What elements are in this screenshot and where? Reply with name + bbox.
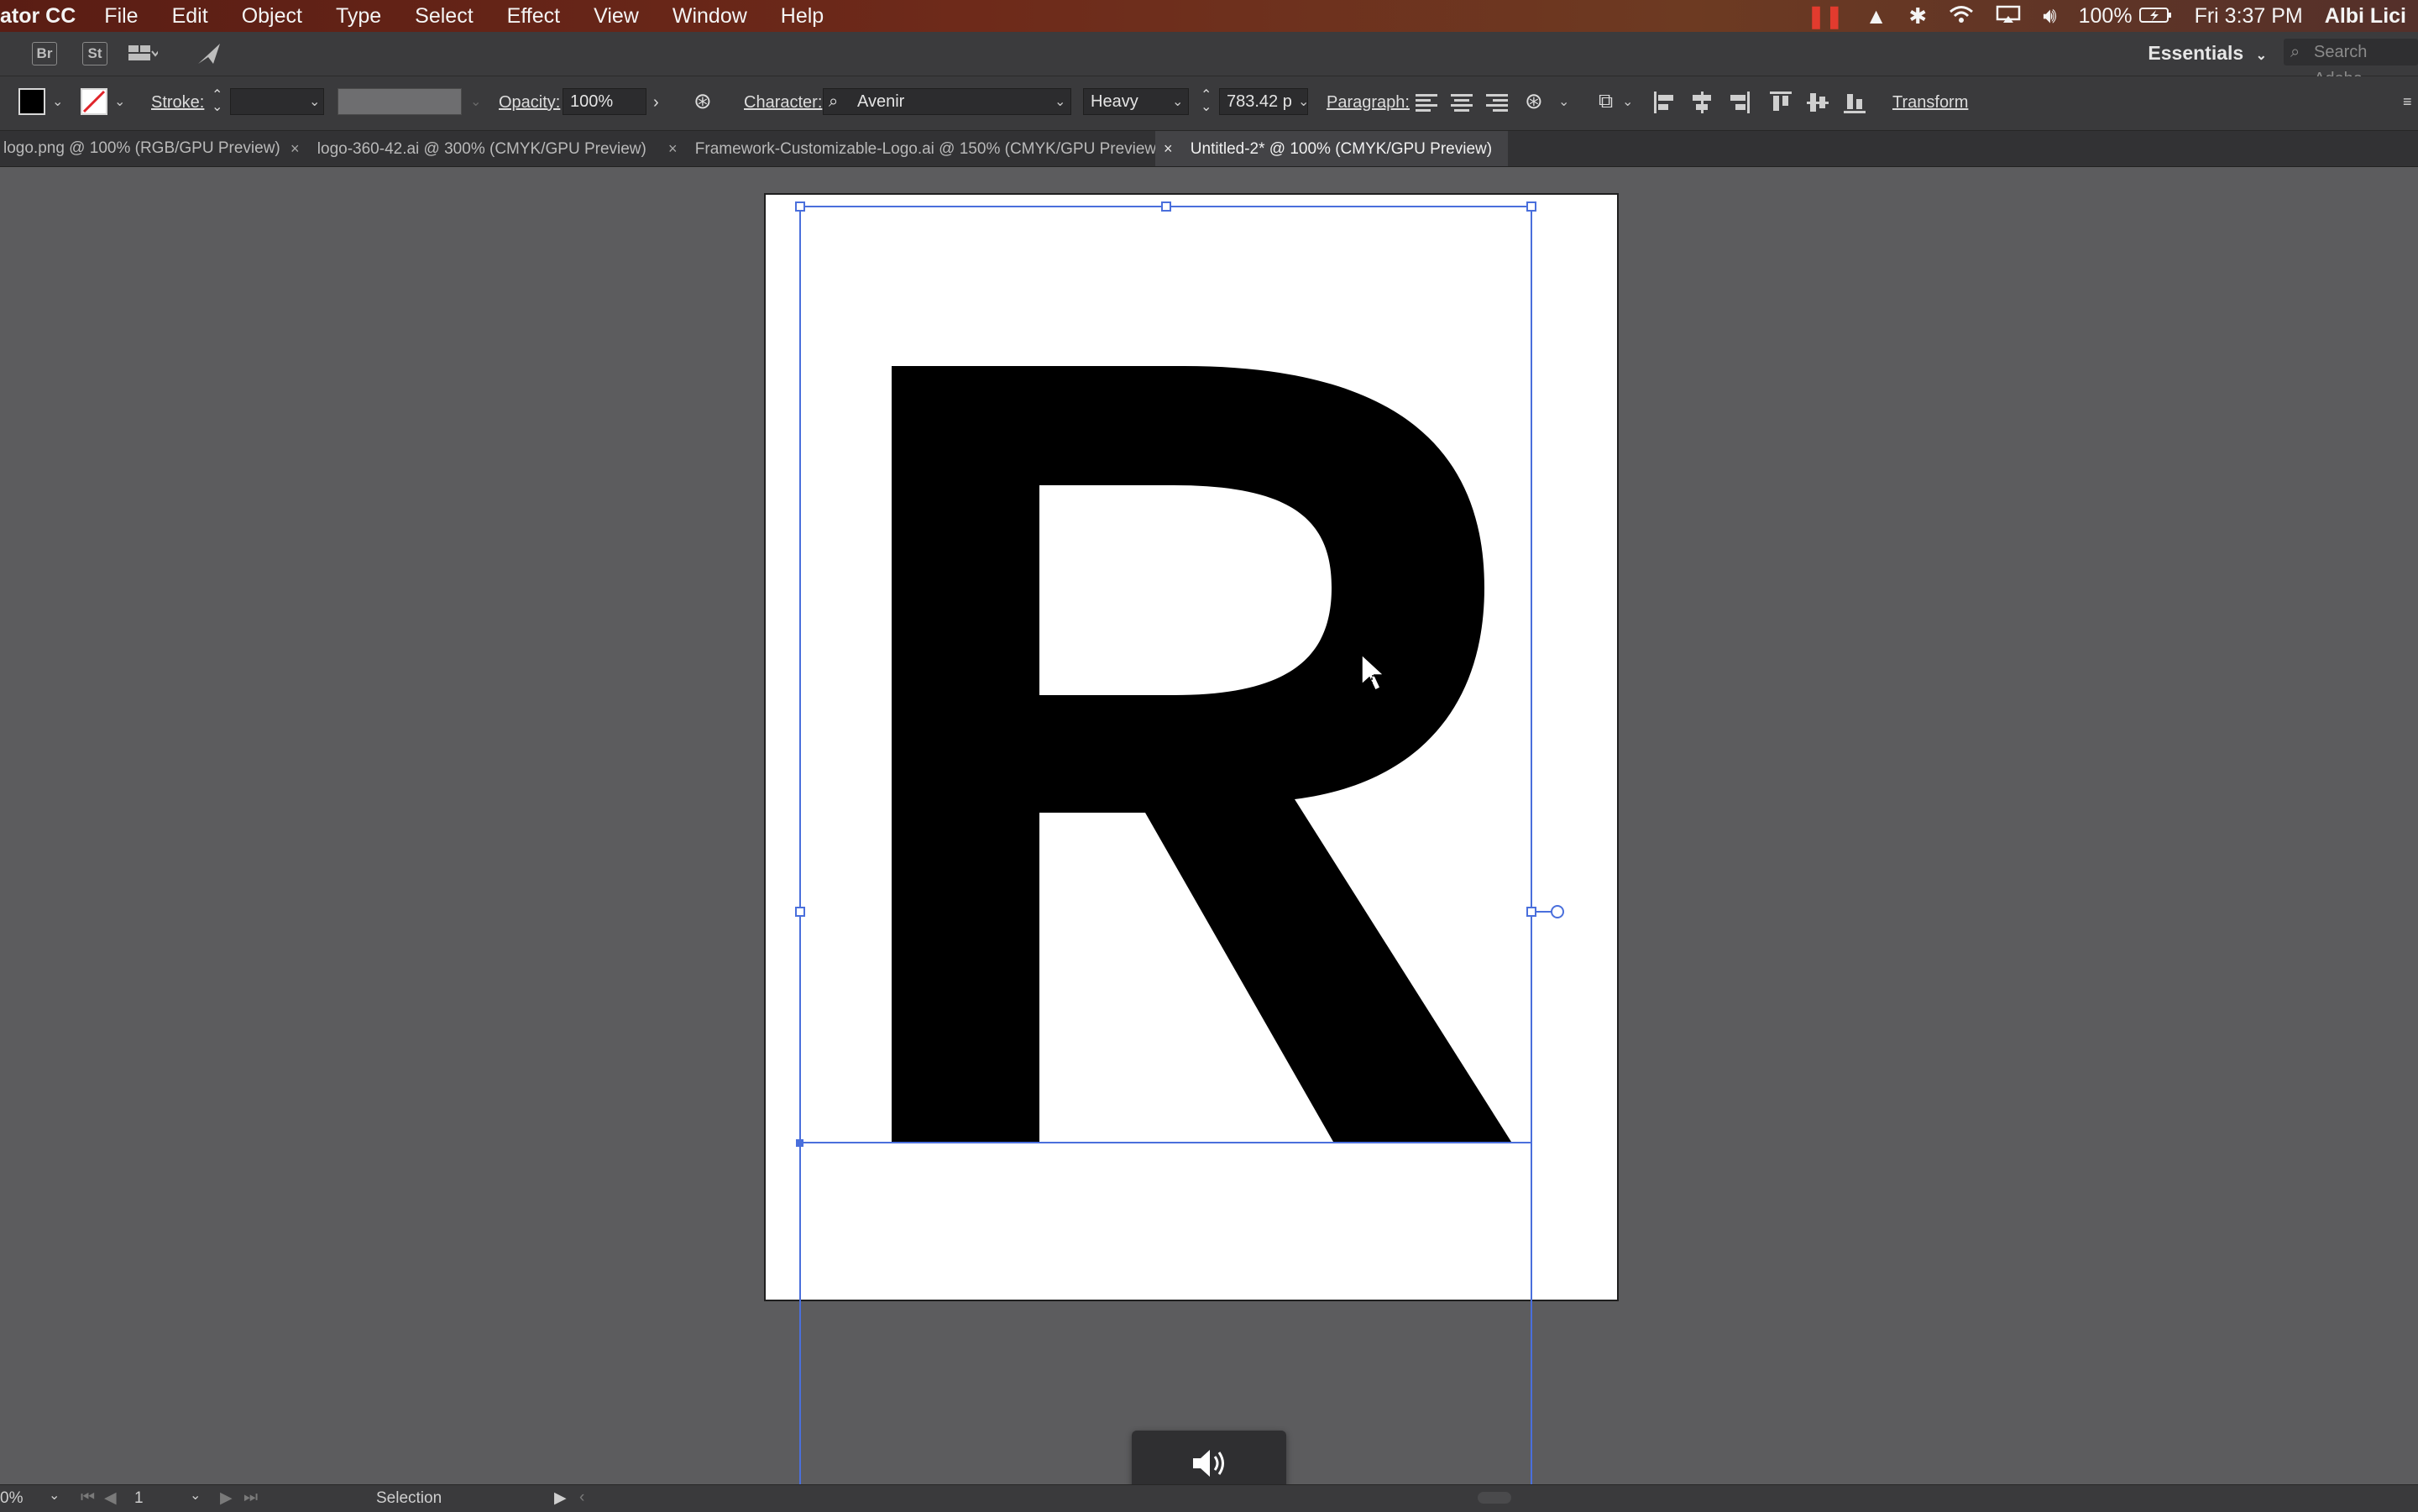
recolor-dropdown-icon[interactable]: ⌄ (1558, 93, 1569, 110)
stroke-weight-dropdown-icon[interactable]: ⌄ (309, 93, 320, 110)
first-artboard-icon[interactable]: ⏮ (81, 1488, 95, 1507)
align-to-dropdown-icon[interactable]: ⌄ (1622, 93, 1633, 110)
horizontal-align-right-icon[interactable] (1726, 90, 1751, 115)
font-family-value: Avenir (857, 92, 905, 111)
horizontal-scrollbar-thumb[interactable] (1478, 1492, 1511, 1504)
recording-icon[interactable]: ❚❚ (1807, 3, 1844, 29)
bridge-button[interactable]: Br (32, 42, 57, 65)
zoom-dropdown-icon[interactable]: ⌄ (49, 1487, 60, 1504)
vertical-align-center-icon[interactable] (1805, 90, 1830, 115)
menu-edit[interactable]: Edit (172, 4, 208, 29)
recolor-icon[interactable]: ⊛ (1525, 88, 1543, 114)
menu-select[interactable]: Select (415, 4, 473, 29)
status-bar: 0% ⌄ ⏮ ◀ 1 ⌄ ▶ ⏭ Selection ▶ ‹ (0, 1484, 2418, 1512)
menu-file[interactable]: File (104, 4, 138, 29)
battery-icon[interactable] (2138, 3, 2173, 29)
opacity-flyout-icon[interactable]: › (653, 93, 659, 112)
close-icon[interactable]: × (668, 140, 678, 157)
menubar-user[interactable]: Albi Lici (2325, 4, 2406, 29)
search-adobe-stock-input[interactable]: ⌕ Search Adobe (2284, 39, 2418, 88)
stock-button[interactable]: St (82, 42, 107, 65)
vertical-align-bottom-icon[interactable] (1842, 90, 1867, 115)
tab-framework-customizable-logo[interactable]: × Framework-Customizable-Logo.ai @ 150% … (668, 131, 1162, 166)
stroke-weight-stepper-icon[interactable]: ⌃ ⌄ (212, 89, 222, 114)
menubar-clock[interactable]: Fri 3:37 PM (2195, 4, 2303, 29)
opacity-label[interactable]: Opacity: (499, 93, 560, 112)
control-panel: ⌄ ⌄ Stroke: ⌃ ⌄ ⌄ ⌄ Opacity: 100% › ⊛ Cha… (0, 76, 2418, 131)
battery-percent: 100% (2078, 3, 2133, 28)
wifi-icon[interactable] (1949, 3, 1974, 29)
menu-type[interactable]: Type (336, 4, 381, 29)
opacity-field[interactable]: 100% (563, 88, 646, 115)
font-size-stepper-icon[interactable]: ⌃ ⌄ (1201, 89, 1212, 114)
no-stroke-icon (82, 90, 106, 113)
search-icon: ⌕ (2290, 43, 2300, 61)
tab-untitled-2[interactable]: × Untitled-2* @ 100% (CMYK/GPU Preview) (1155, 131, 1508, 166)
application-bar: Br St Essentials ⌄ ⌕ Search Adobe (0, 32, 2418, 88)
horizontal-align-center-icon[interactable] (1689, 90, 1714, 115)
fill-dropdown-icon[interactable]: ⌄ (52, 93, 63, 110)
drive-icon[interactable]: ▲ (1866, 3, 1887, 29)
font-family-dropdown-icon[interactable]: ⌄ (1055, 93, 1065, 110)
close-icon[interactable]: × (290, 140, 300, 157)
speaker-icon (1193, 1450, 1224, 1477)
zoom-level-field[interactable]: 0% (0, 1489, 23, 1508)
menu-bar: ator CC File Edit Object Type Select Eff… (0, 0, 2418, 32)
current-tool-status[interactable]: Selection (376, 1489, 442, 1508)
align-center-icon[interactable] (1451, 92, 1473, 113)
align-right-icon[interactable] (1486, 92, 1508, 113)
panel-menu-icon[interactable]: ≡ (2403, 93, 2412, 111)
align-to-selection-icon[interactable]: ⧉ (1599, 90, 1613, 113)
align-left-icon[interactable] (1416, 92, 1437, 113)
transform-button[interactable]: Transform (1892, 93, 1968, 112)
font-size-dropdown-icon[interactable]: ⌄ (1298, 93, 1309, 110)
arrange-documents-icon[interactable] (128, 44, 160, 68)
horizontal-align-left-icon[interactable] (1652, 90, 1677, 115)
variable-width-profile[interactable] (338, 88, 462, 115)
tab-label: Framework-Customizable-Logo.ai @ 150% (C… (694, 140, 1162, 158)
next-artboard-icon[interactable]: ▶ (220, 1488, 233, 1508)
artboard-number-field[interactable]: 1 (134, 1489, 144, 1508)
tab-label: logo-360-42.ai @ 300% (CMYK/GPU Preview) (317, 140, 646, 158)
close-icon[interactable]: × (1164, 140, 1173, 157)
stroke-dropdown-icon[interactable]: ⌄ (114, 93, 125, 110)
send-feedback-icon[interactable] (196, 42, 222, 70)
paragraph-label[interactable]: Paragraph: (1327, 93, 1410, 112)
workspace-label: Essentials (2148, 42, 2244, 64)
menu-view[interactable]: View (594, 4, 639, 29)
font-family-field[interactable]: ⌕ Avenir (823, 88, 1071, 115)
airplay-icon[interactable] (1996, 3, 2021, 29)
bluetooth-icon[interactable]: ✱ (1908, 3, 1927, 29)
workspace-switcher[interactable]: Essentials ⌄ (2148, 42, 2267, 65)
vertical-align-top-icon[interactable] (1768, 90, 1793, 115)
previous-artboard-icon[interactable]: ◀ (104, 1488, 117, 1508)
search-icon: ⌕ (829, 92, 839, 111)
artboard[interactable] (764, 193, 1619, 1301)
last-artboard-icon[interactable]: ⏭ (243, 1488, 258, 1507)
tab-logo-png[interactable]: logo.png @ 100% (RGB/GPU Preview) (0, 131, 285, 166)
character-label[interactable]: Character: (744, 93, 822, 112)
menu-window[interactable]: Window (673, 4, 747, 29)
font-style-dropdown-icon[interactable]: ⌄ (1172, 93, 1183, 110)
tab-logo-360-42[interactable]: × logo-360-42.ai @ 300% (CMYK/GPU Previe… (290, 131, 670, 166)
volume-icon[interactable]: 🔊︎ (2043, 3, 2056, 29)
brush-dropdown-icon[interactable]: ⌄ (470, 93, 481, 110)
status-menu-icon[interactable]: ▶ (554, 1488, 567, 1508)
stroke-swatch[interactable] (81, 88, 107, 115)
document-tabs: logo.png @ 100% (RGB/GPU Preview) × logo… (0, 131, 2418, 167)
tab-label: Untitled-2* @ 100% (CMYK/GPU Preview) (1190, 140, 1493, 158)
menu-object[interactable]: Object (242, 4, 302, 29)
artboard-dropdown-icon[interactable]: ⌄ (190, 1487, 201, 1504)
scroll-left-icon[interactable]: ‹ (579, 1488, 584, 1507)
tab-label: logo.png @ 100% (RGB/GPU Preview) (3, 139, 280, 157)
fill-swatch[interactable] (18, 88, 45, 115)
menu-effect[interactable]: Effect (507, 4, 560, 29)
font-size-field[interactable]: 783.42 p (1219, 88, 1308, 115)
menu-help[interactable]: Help (781, 4, 824, 29)
recolor-artwork-icon[interactable]: ⊛ (693, 88, 712, 114)
chevron-down-icon: ⌄ (2255, 49, 2267, 63)
app-name-menu[interactable]: ator CC (0, 4, 76, 29)
stroke-label[interactable]: Stroke: (151, 93, 204, 112)
